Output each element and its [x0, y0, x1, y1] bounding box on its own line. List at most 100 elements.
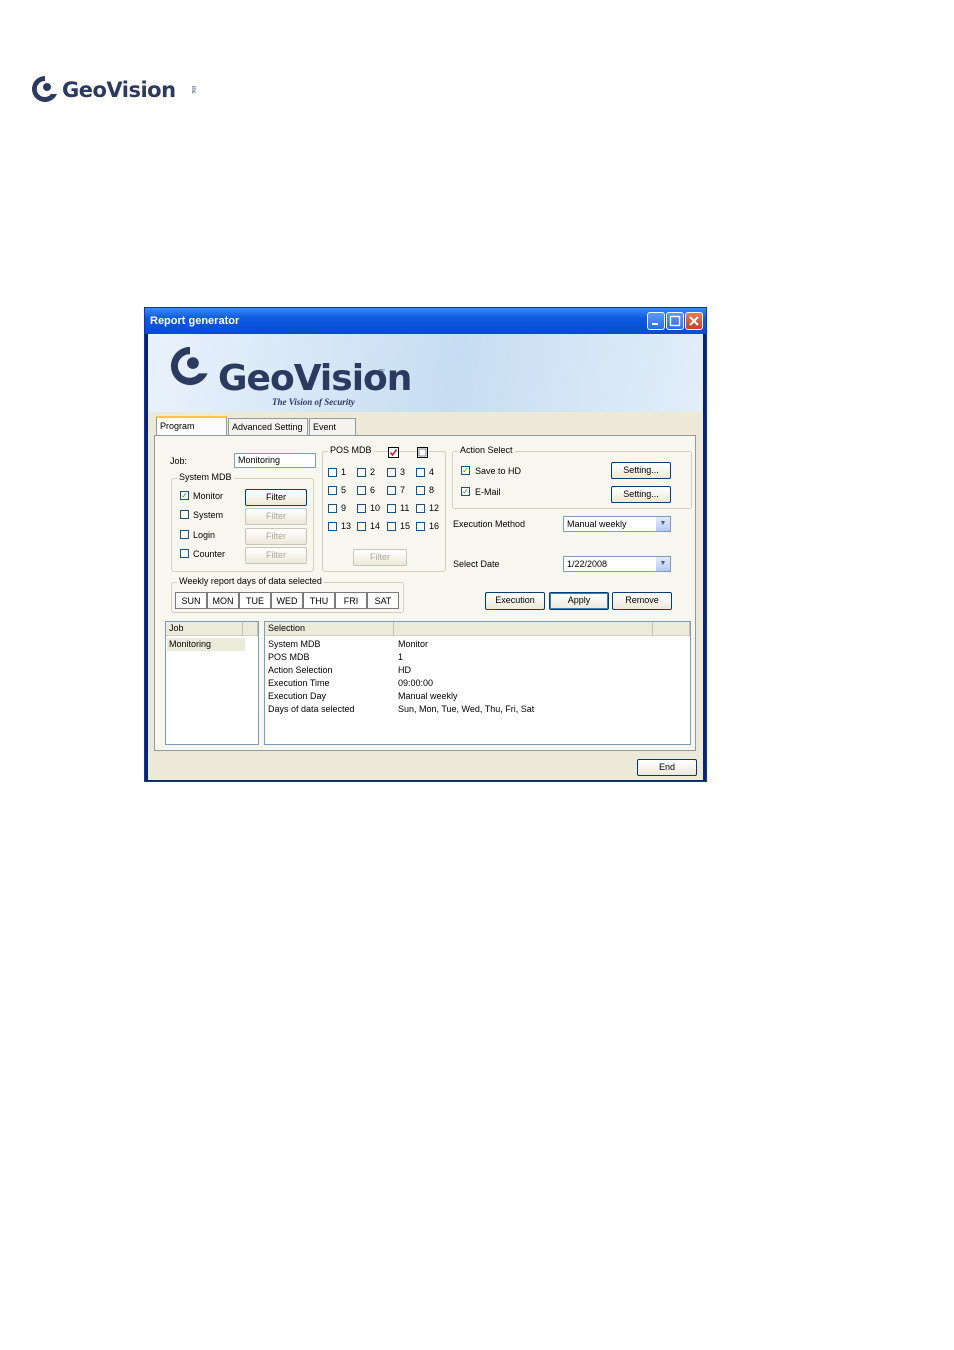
pos-channel-label: 7: [400, 485, 406, 495]
close-icon: [689, 316, 699, 326]
pos-channel-checkbox[interactable]: [357, 468, 366, 477]
email-checkbox[interactable]: ✓: [461, 487, 470, 496]
counter-filter-button[interactable]: Filter: [245, 547, 307, 564]
selection-value-header: [394, 622, 653, 636]
page-logo-inc: inc: [190, 86, 196, 94]
pos-channel-checkbox[interactable]: [357, 522, 366, 531]
pos-channel-checkbox[interactable]: [357, 486, 366, 495]
counter-label: Counter: [193, 549, 226, 559]
job-input[interactable]: Monitoring: [234, 453, 316, 468]
counter-checkbox[interactable]: [180, 549, 189, 558]
pos-mdb-title: POS MDB: [328, 445, 374, 455]
pos-channel-checkbox[interactable]: [328, 468, 337, 477]
selection-row-value: Monitor: [398, 639, 429, 649]
end-button[interactable]: End: [637, 759, 697, 776]
banner: GeoVision inc The Vision of Security: [148, 334, 703, 412]
day-thu-button[interactable]: THU: [303, 592, 335, 609]
close-button[interactable]: [685, 312, 703, 330]
select-date-value: 1/22/2008: [567, 559, 608, 569]
selection-row-key: Execution Day: [268, 691, 327, 701]
clear-all-icon[interactable]: [417, 447, 429, 459]
pos-channel-checkbox[interactable]: [416, 486, 425, 495]
pos-channel-checkbox[interactable]: [387, 468, 396, 477]
selection-row-value: Sun, Mon, Tue, Wed, Thu, Fri, Sat: [398, 704, 535, 714]
day-mon-button[interactable]: MON: [207, 592, 239, 609]
pos-channel-label: 1: [341, 467, 347, 477]
day-wed-button[interactable]: WED: [271, 592, 303, 609]
day-sat-button[interactable]: SAT: [367, 592, 399, 609]
pos-channel-label: 10: [370, 503, 381, 513]
email-label: E-Mail: [475, 487, 501, 497]
pos-channel-checkbox[interactable]: [416, 522, 425, 531]
job-list-header-end: [243, 622, 258, 636]
pos-channel-checkbox[interactable]: [328, 486, 337, 495]
weekly-days-row: SUN MON TUE WED THU FRI SAT: [175, 592, 401, 609]
system-filter-button[interactable]: Filter: [245, 508, 307, 525]
selection-row-key: POS MDB: [268, 652, 310, 662]
chevron-down-icon[interactable]: ▼: [656, 517, 670, 531]
save-to-hd-setting-button[interactable]: Setting...: [611, 462, 671, 479]
pos-channel-label: 4: [429, 467, 435, 477]
day-tue-button[interactable]: TUE: [239, 592, 271, 609]
tab-program-report[interactable]: Program Report: [156, 416, 227, 447]
window-title: Report generator: [150, 315, 240, 327]
job-list-header[interactable]: Job: [166, 622, 243, 636]
monitor-checkbox[interactable]: ✓: [180, 491, 189, 500]
pos-channel-checkbox[interactable]: [357, 504, 366, 513]
apply-button[interactable]: Apply: [549, 592, 609, 610]
pos-channel-checkbox[interactable]: [387, 486, 396, 495]
job-list-item[interactable]: Monitoring: [167, 638, 245, 651]
login-checkbox[interactable]: [180, 530, 189, 539]
maximize-button[interactable]: [666, 312, 684, 330]
pos-channel-label: 5: [341, 485, 347, 495]
weekly-days-group: Weekly report days of data selected SUN …: [171, 576, 404, 613]
pos-channel-checkbox[interactable]: [416, 504, 425, 513]
page-logo: GeoVision inc: [30, 72, 196, 108]
select-all-icon[interactable]: [388, 447, 400, 459]
banner-inc: inc: [377, 369, 386, 380]
minimize-icon: [652, 323, 658, 325]
pos-channel-label: 8: [429, 485, 435, 495]
execution-method-select[interactable]: Manual weekly ▼: [563, 516, 671, 532]
selection-row-value: 1: [398, 652, 404, 662]
window-client: GeoVision inc The Vision of Security Pro…: [148, 334, 703, 780]
remove-button[interactable]: Remove: [612, 592, 672, 610]
pos-channel-label: 15: [400, 521, 411, 531]
selection-table: Selection System MDB Monitor POS MDB 1 Actio…: [264, 621, 691, 745]
pos-channel-checkbox[interactable]: [387, 504, 396, 513]
pos-channel-checkbox[interactable]: [387, 522, 396, 531]
day-fri-button[interactable]: FRI: [335, 592, 367, 609]
execution-button[interactable]: Execution: [485, 592, 545, 610]
execution-method-value: Manual weekly: [567, 519, 627, 529]
pos-channel-checkbox[interactable]: [328, 522, 337, 531]
day-sun-button[interactable]: SUN: [175, 592, 207, 609]
tab-event-log[interactable]: Event Log: [309, 418, 356, 448]
login-filter-button[interactable]: Filter: [245, 528, 307, 545]
monitor-label: Monitor: [193, 491, 224, 501]
login-label: Login: [193, 530, 216, 540]
selection-row-value: HD: [398, 665, 411, 675]
selection-row-key: Days of data selected: [268, 704, 355, 714]
job-list[interactable]: Job Monitoring: [165, 621, 259, 745]
selection-header-end: [653, 622, 690, 636]
pos-channel-checkbox[interactable]: [328, 504, 337, 513]
title-bar[interactable]: Report generator: [145, 308, 706, 334]
monitor-filter-button[interactable]: Filter: [245, 489, 307, 506]
maximize-icon: [669, 315, 681, 327]
job-label: Job:: [170, 456, 188, 466]
pos-channel-label: 2: [370, 467, 376, 477]
pos-channel-label: 3: [400, 467, 406, 477]
minimize-button[interactable]: [647, 312, 665, 330]
selection-row-key: Action Selection: [268, 665, 333, 675]
save-to-hd-checkbox[interactable]: ✓: [461, 466, 470, 475]
system-checkbox[interactable]: [180, 510, 189, 519]
program-report-panel: Job: Monitoring System MDB ✓ Monitor Fil…: [154, 435, 696, 751]
chevron-down-icon[interactable]: ▼: [656, 557, 670, 571]
selection-header[interactable]: Selection: [265, 622, 394, 636]
email-setting-button[interactable]: Setting...: [611, 486, 671, 503]
pos-filter-button[interactable]: Filter: [353, 549, 407, 566]
tab-advanced-setting[interactable]: Advanced Setting: [228, 418, 308, 435]
select-date-picker[interactable]: 1/22/2008 ▼: [563, 556, 671, 572]
select-date-label: Select Date: [453, 559, 500, 569]
pos-channel-checkbox[interactable]: [416, 468, 425, 477]
